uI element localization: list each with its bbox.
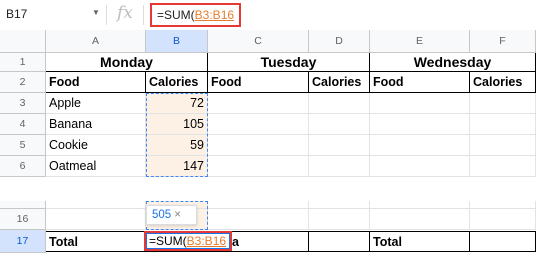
cell-d4[interactable] — [309, 114, 370, 135]
column-header-b[interactable]: B — [146, 30, 208, 53]
formula-range-ref: B3:B16 — [194, 8, 235, 22]
divider — [143, 5, 144, 25]
cell-c16[interactable] — [208, 209, 309, 230]
cell-c17-text: a — [232, 235, 239, 249]
cell-f15[interactable] — [470, 201, 536, 209]
cell-d15[interactable] — [309, 201, 370, 209]
sum-preview-tooltip: 505 × — [146, 205, 197, 225]
cell-c6[interactable] — [208, 156, 309, 177]
row-header-1[interactable]: 1 — [0, 53, 46, 72]
row-header-4[interactable]: 4 — [0, 114, 46, 135]
cell-d3[interactable] — [309, 93, 370, 114]
cell-d16[interactable] — [309, 209, 370, 230]
day-header-tuesday[interactable]: Tuesday — [208, 53, 370, 72]
cropped-gap — [0, 177, 536, 201]
cell-a2[interactable]: Food — [46, 72, 146, 93]
name-box[interactable]: B17 — [6, 7, 27, 21]
cell-a15[interactable] — [46, 201, 146, 209]
column-header-e[interactable]: E — [370, 30, 470, 53]
cell-editor-focus-ring — [146, 233, 230, 249]
column-header-c[interactable]: C — [208, 30, 309, 53]
row-header-5[interactable]: 5 — [0, 135, 46, 156]
chevron-down-icon[interactable]: ▼ — [92, 8, 100, 17]
cell-e3[interactable] — [370, 93, 470, 114]
cell-c15[interactable] — [208, 201, 309, 209]
cell-e5[interactable] — [370, 135, 470, 156]
cell-b2[interactable]: Calories — [146, 72, 208, 93]
cell-e4[interactable] — [370, 114, 470, 135]
cell-d5[interactable] — [309, 135, 370, 156]
cell-a5[interactable]: Cookie — [46, 135, 146, 156]
cell-f3[interactable] — [470, 93, 536, 114]
cell-f17[interactable] — [470, 231, 536, 252]
cell-e2[interactable]: Food — [370, 72, 470, 93]
formula-prefix: =SUM( — [157, 8, 195, 22]
row-header-2[interactable]: 2 — [0, 72, 46, 93]
cell-c4[interactable] — [208, 114, 309, 135]
cell-a4[interactable]: Banana — [46, 114, 146, 135]
sum-preview-value: 505 — [152, 209, 172, 221]
cell-c5[interactable] — [208, 135, 309, 156]
cell-e17[interactable]: Total — [370, 231, 470, 252]
cell-f16[interactable] — [470, 209, 536, 230]
column-header-f[interactable]: F — [470, 30, 536, 53]
cell-d2[interactable]: Calories — [309, 72, 370, 93]
row-header-3[interactable]: 3 — [0, 93, 46, 114]
column-header-d[interactable]: D — [309, 30, 370, 53]
row-header-6[interactable]: 6 — [0, 156, 46, 177]
cell-a6[interactable]: Oatmeal — [46, 156, 146, 177]
fx-icon: fx — [117, 3, 133, 23]
cell-e16[interactable] — [370, 209, 470, 230]
cell-d17[interactable] — [309, 231, 370, 252]
cell-e6[interactable] — [370, 156, 470, 177]
cell-f4[interactable] — [470, 114, 536, 135]
cell-a3[interactable]: Apple — [46, 93, 146, 114]
close-icon[interactable]: × — [174, 209, 181, 221]
range-highlight — [146, 93, 208, 177]
cell-e15[interactable] — [370, 201, 470, 209]
formula-bar: B17 ▼ fx =SUM(B3:B16 — [0, 0, 536, 31]
cell-f2[interactable]: Calories — [470, 72, 536, 93]
cell-c3[interactable] — [208, 93, 309, 114]
cell-d6[interactable] — [309, 156, 370, 177]
cell-a16[interactable] — [46, 209, 146, 230]
cell-f5[interactable] — [470, 135, 536, 156]
day-header-monday[interactable]: Monday — [46, 53, 208, 72]
row-header-17[interactable]: 17 — [0, 230, 46, 253]
formula-input[interactable]: =SUM(B3:B16 — [150, 3, 242, 27]
cell-a17[interactable]: Total — [46, 231, 146, 252]
day-header-wednesday[interactable]: Wednesday — [370, 53, 536, 72]
row-header-16[interactable]: 16 — [0, 209, 46, 230]
row-header-15[interactable] — [0, 201, 46, 209]
cell-c2[interactable]: Food — [208, 72, 309, 93]
cell-f6[interactable] — [470, 156, 536, 177]
column-header-a[interactable]: A — [46, 30, 146, 53]
divider — [106, 5, 107, 25]
select-all-corner[interactable] — [0, 30, 46, 53]
